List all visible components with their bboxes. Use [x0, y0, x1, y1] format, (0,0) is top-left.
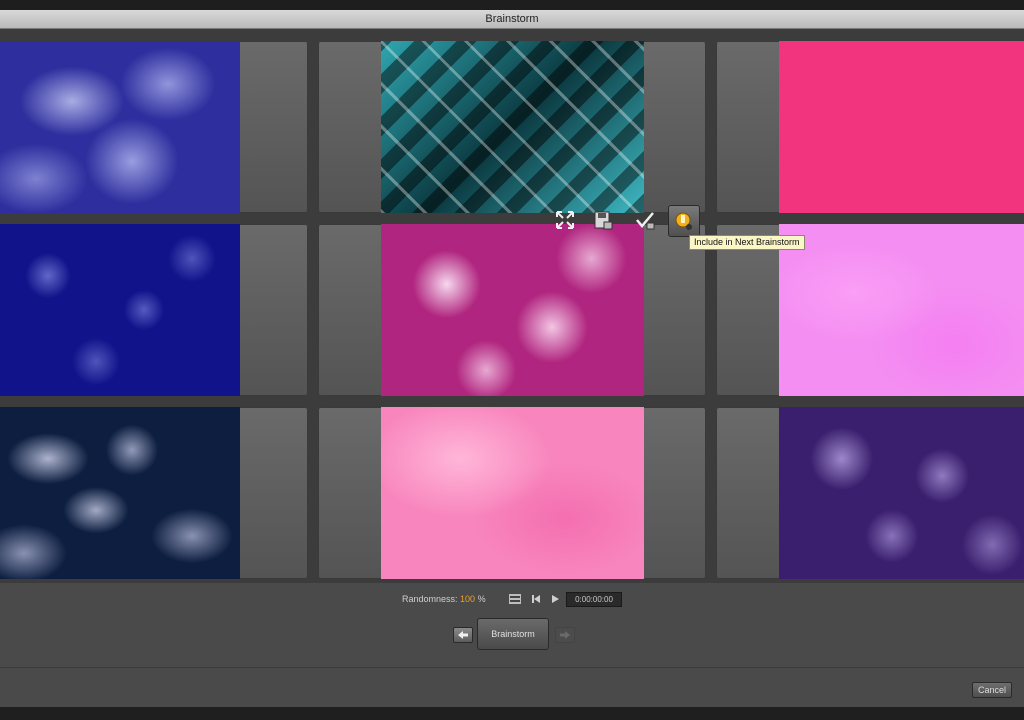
randomness-control: Randomness: 100 % [402, 589, 486, 609]
variation-preview [381, 41, 644, 213]
variation-preview [0, 407, 240, 579]
randomness-value[interactable]: 100 [460, 594, 475, 604]
brainstorm-dialog: Include in Next Brainstorm Randomness: 1… [0, 29, 1024, 707]
save-icon[interactable] [588, 205, 618, 235]
variation-preview [0, 224, 240, 396]
variations-grid: Include in Next Brainstorm [0, 29, 1024, 583]
randomness-label: Randomness: [402, 594, 458, 604]
variation-cell-r3c2[interactable] [318, 407, 706, 579]
variation-preview [0, 41, 240, 213]
arrow-left-icon [458, 631, 468, 639]
randomness-unit: % [477, 594, 486, 604]
variation-preview [779, 41, 1024, 213]
go-to-start-icon[interactable] [529, 593, 543, 605]
variation-cell-r3c1[interactable] [0, 407, 308, 579]
variation-preview [779, 224, 1024, 396]
controls-row: Randomness: 100 % 0:00:00:00 [0, 589, 1024, 609]
variation-preview [381, 224, 644, 396]
expand-icon[interactable] [550, 205, 580, 235]
cancel-button[interactable]: Cancel [972, 682, 1012, 698]
host-app-timeline-strip [0, 707, 1024, 720]
filmstrip-icon[interactable] [508, 593, 522, 605]
tooltip: Include in Next Brainstorm [689, 235, 805, 250]
variation-preview [381, 407, 644, 579]
arrow-right-icon [560, 631, 570, 639]
variation-cell-r2c2[interactable] [318, 224, 706, 396]
back-button[interactable] [453, 627, 473, 643]
variation-cell-r3c3[interactable] [716, 407, 1024, 579]
divider [0, 667, 1024, 668]
forward-button[interactable] [555, 627, 575, 643]
timecode-display[interactable]: 0:00:00:00 [566, 592, 622, 607]
brainstorm-button[interactable]: Brainstorm [477, 618, 549, 650]
brainstorm-row: Brainstorm [0, 617, 1024, 651]
variation-cell-r1c3[interactable] [716, 41, 1024, 213]
apply-icon[interactable] [630, 205, 660, 235]
window-title: Brainstorm [0, 10, 1024, 29]
variation-preview [779, 407, 1024, 579]
include-icon[interactable] [668, 205, 700, 237]
play-icon[interactable] [548, 593, 562, 605]
variation-cell-r1c2[interactable] [318, 41, 706, 213]
variation-cell-r2c1[interactable] [0, 224, 308, 396]
variation-cell-r1c1[interactable] [0, 41, 308, 213]
variation-hover-toolbar [548, 205, 708, 239]
